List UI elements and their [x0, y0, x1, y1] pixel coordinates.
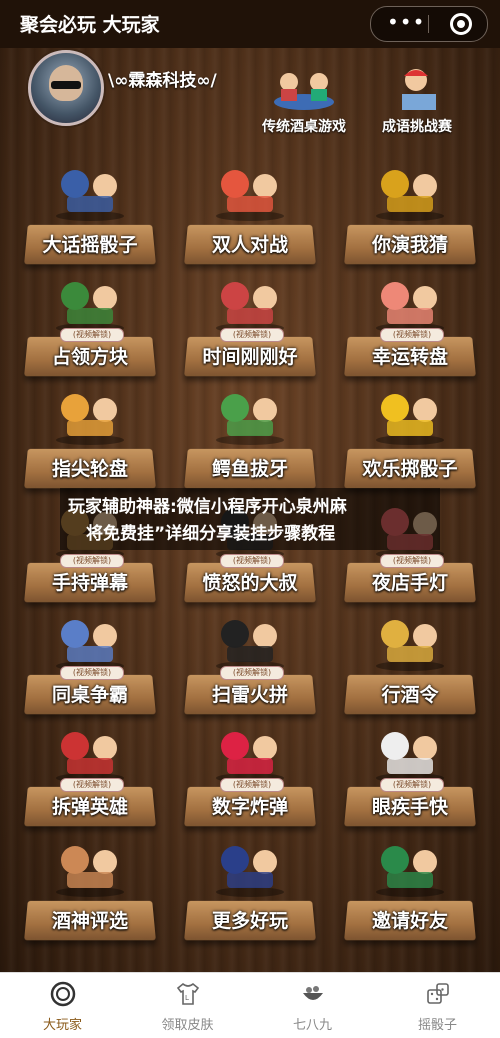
- game-tile[interactable]: (视频解锁) 扫雷火拼: [180, 610, 320, 718]
- capsule-divider: [428, 15, 429, 33]
- tab-label: 摇骰子: [417, 1018, 457, 1033]
- bomb-icon: [216, 620, 284, 671]
- bowl-icon: [303, 986, 323, 1000]
- charades-icon: [376, 170, 444, 221]
- game-label: 行酒令: [381, 684, 439, 706]
- banner-line-1: 玩家辅助神器:微信小程序开心泉州麻: [68, 497, 347, 517]
- game-tile[interactable]: 酒神评选: [20, 836, 160, 944]
- video-unlock-badge: (视频解锁): [220, 666, 284, 680]
- svg-text:L: L: [185, 994, 189, 1002]
- game-label: 你演我猜: [371, 234, 448, 256]
- more-icon[interactable]: •••: [387, 10, 425, 34]
- game-tile[interactable]: (视频解锁) 同桌争霸: [20, 610, 160, 718]
- avatar[interactable]: [28, 50, 104, 126]
- game-label: 幸运转盘: [371, 346, 448, 368]
- video-unlock-badge: (视频解锁): [380, 554, 444, 568]
- game-label: 邀请好友: [371, 910, 448, 932]
- game-label: 酒神评选: [51, 910, 128, 932]
- game-label: 夜店手灯: [371, 572, 448, 594]
- game-tile[interactable]: (视频解锁) 占领方块: [20, 272, 160, 380]
- voters-icon: [56, 846, 124, 897]
- game-label: 眼疾手快: [371, 796, 448, 818]
- idiom-challenge-icon: [382, 64, 452, 114]
- video-unlock-badge: (视频解锁): [220, 554, 284, 568]
- video-unlock-badge: (视频解锁): [60, 778, 124, 792]
- top-tile-label: 传统酒桌游戏: [262, 119, 346, 135]
- video-unlock-badge: (视频解锁): [60, 328, 124, 342]
- dice-icon: [427, 983, 449, 1004]
- game-tile[interactable]: 双人对战: [180, 160, 320, 268]
- tab-shake-dice[interactable]: 摇骰子: [375, 973, 500, 1038]
- game-label: 占领方块: [51, 346, 128, 368]
- game-label: 手持弹幕: [51, 572, 128, 594]
- game-tile[interactable]: 你演我猜: [340, 160, 480, 268]
- game-label: 同桌争霸: [51, 684, 128, 706]
- video-unlock-badge: (视频解锁): [60, 666, 124, 680]
- tab-label: 七八九: [292, 1018, 332, 1033]
- tab-claim-skin[interactable]: L 领取皮肤: [125, 973, 250, 1038]
- close-target-icon[interactable]: [450, 13, 472, 35]
- game-label: 大话摇骰子: [42, 234, 138, 256]
- game-tile[interactable]: (视频解锁) 幸运转盘: [340, 272, 480, 380]
- desk-mates-icon: [56, 620, 124, 671]
- game-label: 拆弹英雄: [51, 796, 128, 818]
- game-label: 时间刚刚好: [202, 346, 298, 368]
- top-tile-traditional-drinking[interactable]: 传统酒桌游戏: [244, 64, 364, 136]
- game-label: 扫雷火拼: [211, 684, 288, 706]
- game-label: 指尖轮盘: [51, 458, 128, 480]
- game-tile[interactable]: 大话摇骰子: [20, 160, 160, 268]
- video-unlock-badge: (视频解锁): [380, 328, 444, 342]
- video-unlock-badge: (视频解锁): [220, 778, 284, 792]
- game-tile[interactable]: (视频解锁) 时间刚刚好: [180, 272, 320, 380]
- fingertip-icon: [56, 394, 124, 445]
- crocodile-icon: [216, 394, 284, 445]
- game-label: 欢乐掷骰子: [362, 458, 458, 480]
- game-label: 愤怒的大叔: [202, 572, 298, 594]
- top-tile-idiom-challenge[interactable]: 成语挑战赛: [357, 64, 477, 136]
- game-label: 数字炸弹: [211, 796, 288, 818]
- drinking-table-icon: [269, 64, 339, 114]
- app-title: 聚会必玩 大玩家: [20, 14, 160, 36]
- game-tile[interactable]: 邀请好友: [340, 836, 480, 944]
- video-unlock-badge: (视频解锁): [60, 554, 124, 568]
- game-label: 双人对战: [211, 234, 288, 256]
- tab-big-player[interactable]: 大玩家: [0, 973, 125, 1038]
- game-tile[interactable]: 欢乐掷骰子: [340, 384, 480, 492]
- dynamite-icon: [56, 732, 124, 783]
- top-tile-label: 成语挑战赛: [382, 119, 452, 135]
- lucky-wheel-icon: [376, 282, 444, 333]
- game-label: 鳄鱼拔牙: [211, 458, 288, 480]
- game-tile[interactable]: (视频解锁) 眼疾手快: [340, 722, 480, 830]
- title-bar: 聚会必玩 大玩家 •••: [0, 0, 500, 48]
- game-tile[interactable]: 更多好玩: [180, 836, 320, 944]
- dice-cup-icon: [56, 170, 124, 221]
- bottom-tab-bar: 大玩家 L 领取皮肤 七八九 摇骰子: [0, 972, 500, 1038]
- game-label: 更多好玩: [211, 910, 288, 932]
- tab-seven-eight-nine[interactable]: 七八九: [250, 973, 375, 1038]
- game-tile[interactable]: 鳄鱼拔牙: [180, 384, 320, 492]
- target-icon: [50, 981, 76, 1007]
- fist-bump-icon: [216, 170, 284, 221]
- tshirt-icon: L: [176, 982, 200, 1005]
- ninjas-icon: [216, 846, 284, 897]
- game-tile[interactable]: (视频解锁) 拆弹英雄: [20, 722, 160, 830]
- dice-roll-icon: [376, 394, 444, 445]
- video-unlock-badge: (视频解锁): [220, 328, 284, 342]
- beer-glass-icon: [376, 620, 444, 671]
- video-unlock-badge: (视频解锁): [380, 778, 444, 792]
- game-tile[interactable]: 指尖轮盘: [20, 384, 160, 492]
- friends-icon: [376, 846, 444, 897]
- tab-label: 大玩家: [42, 1018, 82, 1033]
- game-tile[interactable]: 行酒令: [340, 610, 480, 718]
- eyes-icon: [376, 732, 444, 783]
- tab-label: 领取皮肤: [161, 1018, 214, 1033]
- soldiers-icon: [56, 282, 124, 333]
- alarm-clock-icon: [216, 282, 284, 333]
- game-tile[interactable]: (视频解锁) 数字炸弹: [180, 722, 320, 830]
- brand-name: \∞霖森科技∞/: [108, 71, 217, 91]
- mini-program-capsule: •••: [370, 6, 488, 42]
- number-bomb-icon: [216, 732, 284, 783]
- banner-line-2: 将免费挂”详细分享装挂步骤教程: [86, 524, 336, 544]
- promo-banner[interactable]: 玩家辅助神器:微信小程序开心泉州麻 将免费挂”详细分享装挂步骤教程: [60, 488, 440, 550]
